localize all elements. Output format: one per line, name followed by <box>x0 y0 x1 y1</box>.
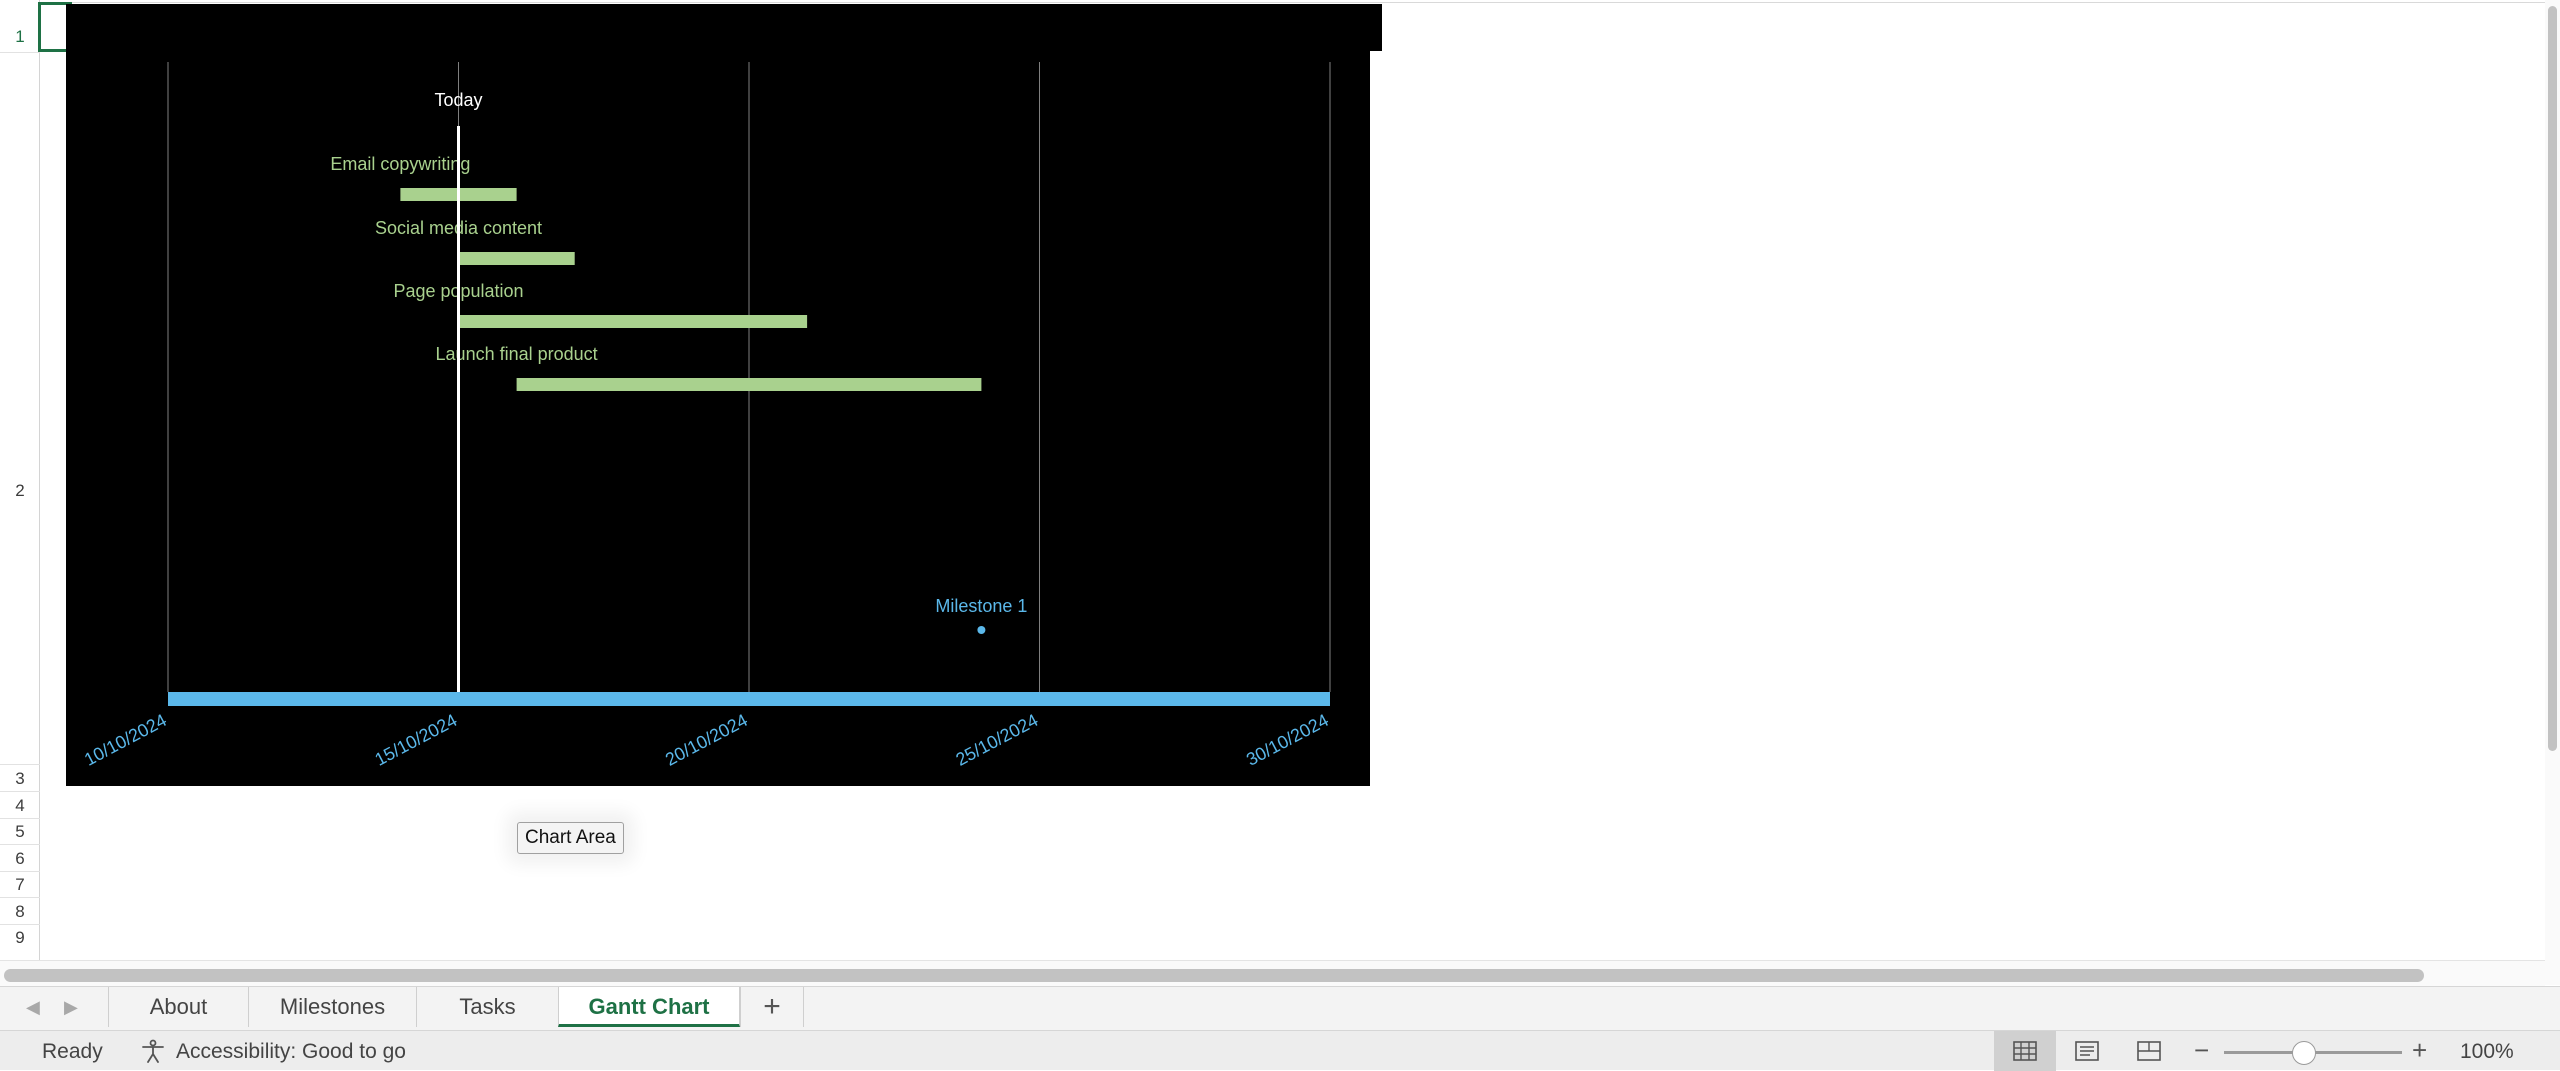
row-number[interactable]: 6 <box>0 849 40 869</box>
task-bar[interactable] <box>458 252 575 265</box>
zoom-slider-thumb[interactable] <box>2292 1041 2317 1065</box>
date-tick-label[interactable]: 20/10/2024 <box>662 710 751 770</box>
page-layout-icon <box>2075 1041 2099 1061</box>
chevron-left-icon[interactable]: ◀ <box>26 997 40 1018</box>
horizontal-scrollbar[interactable] <box>0 960 2545 986</box>
row-number[interactable]: 3 <box>0 769 40 789</box>
date-tick-label[interactable]: 30/10/2024 <box>1243 710 1332 770</box>
gantt-chart[interactable]: Email copywriting Social media content Pag… <box>66 4 1370 786</box>
row-divider <box>0 871 40 872</box>
page-break-view-button[interactable] <box>2118 1031 2180 1071</box>
timeline-bar[interactable] <box>168 692 1330 706</box>
row-divider <box>0 897 40 898</box>
date-tick-label[interactable]: 25/10/2024 <box>952 710 1041 770</box>
status-ready: Ready <box>42 1040 103 1063</box>
horizontal-scroll-thumb[interactable] <box>4 969 2424 982</box>
row-divider <box>0 818 40 819</box>
column-header-line <box>40 2 2545 3</box>
milestone-label[interactable]: Milestone 1 <box>935 596 1027 616</box>
tab-tasks[interactable]: Tasks <box>416 987 558 1027</box>
gantt-chart-plot[interactable]: Email copywritingSocial media contentPag… <box>66 4 1370 786</box>
row-divider <box>0 764 40 765</box>
chevron-right-icon[interactable]: ▶ <box>64 997 78 1018</box>
row-number[interactable]: 2 <box>0 481 40 501</box>
add-sheet-button[interactable]: + <box>740 987 804 1027</box>
tab-gantt-chart[interactable]: Gantt Chart <box>558 987 740 1027</box>
task-label[interactable]: Email copywriting <box>330 154 470 174</box>
accessibility-icon[interactable] <box>140 1039 166 1063</box>
status-bar: Ready Accessibility: Good to go − + 100% <box>0 1030 2560 1071</box>
zoom-out-button[interactable]: − <box>2194 1035 2209 1066</box>
row-number[interactable]: 9 <box>0 928 40 948</box>
row-number[interactable]: 1 <box>0 27 40 47</box>
date-tick-label[interactable]: 10/10/2024 <box>81 710 170 770</box>
grid-icon <box>2013 1041 2037 1061</box>
row-divider <box>0 791 40 792</box>
today-label[interactable]: Today <box>434 90 482 110</box>
page-layout-view-button[interactable] <box>2056 1031 2118 1071</box>
row-headers: 1 2 3 4 5 6 7 8 9 <box>0 0 40 960</box>
vertical-scrollbar[interactable] <box>2545 0 2560 985</box>
row-number[interactable]: 7 <box>0 875 40 895</box>
normal-view-button[interactable] <box>1994 1031 2056 1071</box>
zoom-level[interactable]: 100% <box>2460 1040 2514 1064</box>
row-number[interactable]: 5 <box>0 822 40 842</box>
tab-about[interactable]: About <box>108 987 248 1027</box>
zoom-in-button[interactable]: + <box>2412 1035 2427 1066</box>
date-tick-label[interactable]: 15/10/2024 <box>371 710 460 770</box>
row-divider <box>0 844 40 845</box>
row-divider <box>0 924 40 925</box>
sheet-tab-bar: ◀ ▶ About Milestones Tasks Gantt Chart + <box>0 986 2560 1030</box>
task-bar[interactable] <box>458 315 808 328</box>
task-bar[interactable] <box>516 378 982 391</box>
page-break-icon <box>2137 1041 2161 1061</box>
tab-milestones[interactable]: Milestones <box>248 987 416 1027</box>
row-divider <box>0 52 40 53</box>
vertical-scroll-thumb[interactable] <box>2548 6 2557 751</box>
chart-area-tooltip: Chart Area <box>517 822 624 854</box>
accessibility-status[interactable]: Accessibility: Good to go <box>176 1040 406 1064</box>
milestone-marker[interactable] <box>977 626 986 634</box>
row-number[interactable]: 8 <box>0 902 40 922</box>
row-number[interactable]: 4 <box>0 796 40 816</box>
